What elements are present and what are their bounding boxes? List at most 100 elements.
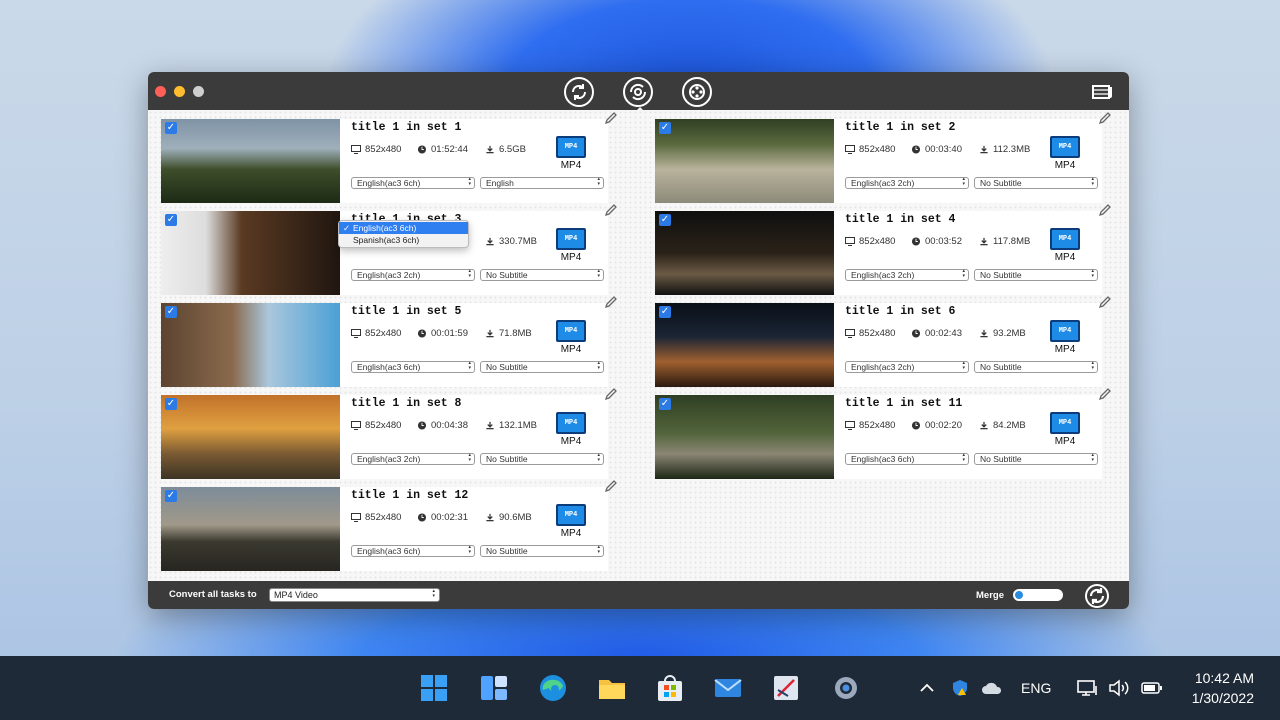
- film-reel-icon[interactable]: [682, 77, 712, 107]
- task-card: ✓ title 1 in set 5 852x480 00:01:59 71.8…: [148, 294, 617, 387]
- show-hidden-icons-chevron-icon[interactable]: [918, 678, 936, 698]
- output-format[interactable]: MP4 MP4: [1049, 136, 1081, 171]
- duration: 00:04:38: [417, 420, 468, 431]
- task-checkbox[interactable]: ✓: [165, 214, 177, 226]
- resolution-value: 852x480: [365, 420, 402, 431]
- task-checkbox[interactable]: ✓: [659, 122, 671, 134]
- output-format[interactable]: MP4 MP4: [555, 228, 587, 263]
- audio-track-select[interactable]: English(ac3 6ch): [351, 545, 475, 557]
- maximize-window-button[interactable]: [193, 86, 204, 97]
- edge-browser-icon[interactable]: [537, 672, 569, 704]
- edit-pencil-icon[interactable]: [1098, 295, 1112, 309]
- audio-track-select[interactable]: English(ac3 6ch): [351, 361, 475, 373]
- video-thumbnail[interactable]: ✓: [655, 395, 834, 479]
- task-checkbox[interactable]: ✓: [165, 122, 177, 134]
- video-thumbnail[interactable]: ✓: [161, 395, 340, 479]
- video-thumbnail[interactable]: ✓: [655, 211, 834, 295]
- duration: 00:02:43: [911, 328, 962, 339]
- dropdown-option-0[interactable]: ✓ English(ac3 6ch): [339, 222, 468, 234]
- convert-button[interactable]: [1085, 584, 1109, 608]
- subtitle-select[interactable]: English: [480, 177, 604, 189]
- security-shield-icon[interactable]: [950, 678, 970, 698]
- bottom-bar: Convert all tasks to MP4 Video Merge: [148, 581, 1129, 609]
- mail-icon[interactable]: [712, 672, 744, 704]
- task-card: ✓ title 1 in set 1 852x480 01:52:44 6.5G…: [148, 110, 617, 203]
- output-format[interactable]: MP4 MP4: [555, 136, 587, 171]
- file-size-value: 112.3MB: [993, 144, 1031, 155]
- output-format[interactable]: MP4 MP4: [1049, 412, 1081, 447]
- subtitle-select[interactable]: No Subtitle: [480, 453, 604, 465]
- snipping-tool-icon[interactable]: [770, 672, 802, 704]
- edit-pencil-icon[interactable]: [1098, 387, 1112, 401]
- volume-icon[interactable]: [1107, 678, 1131, 698]
- file-size-value: 93.2MB: [993, 328, 1026, 339]
- video-thumbnail[interactable]: ✓: [161, 119, 340, 203]
- edit-pencil-icon[interactable]: [604, 111, 618, 125]
- merge-toggle[interactable]: [1013, 589, 1063, 601]
- audio-track-select[interactable]: English(ac3 2ch): [845, 269, 969, 281]
- task-checkbox[interactable]: ✓: [659, 306, 671, 318]
- media-library-icon[interactable]: [1091, 82, 1117, 102]
- format-label: MP4: [560, 252, 582, 263]
- audio-track-select[interactable]: English(ac3 6ch): [845, 453, 969, 465]
- output-format[interactable]: MP4 MP4: [555, 320, 587, 355]
- dropdown-option-1[interactable]: Spanish(ac3 6ch): [339, 234, 468, 246]
- microsoft-store-icon[interactable]: [654, 672, 686, 704]
- subtitle-select[interactable]: No Subtitle: [480, 361, 604, 373]
- output-format[interactable]: MP4 MP4: [555, 504, 587, 539]
- resolution-value: 852x480: [365, 144, 402, 155]
- onedrive-cloud-icon[interactable]: [980, 678, 1004, 698]
- file-explorer-icon[interactable]: [596, 672, 628, 704]
- subtitle-select[interactable]: No Subtitle: [480, 269, 604, 281]
- task-checkbox[interactable]: ✓: [165, 306, 177, 318]
- edit-pencil-icon[interactable]: [604, 295, 618, 309]
- edit-pencil-icon[interactable]: [1098, 111, 1112, 125]
- subtitle-select[interactable]: No Subtitle: [480, 545, 604, 557]
- close-window-button[interactable]: [155, 86, 166, 97]
- settings-gear-icon[interactable]: [830, 672, 862, 704]
- download-icon: [980, 329, 988, 338]
- minimize-window-button[interactable]: [174, 86, 185, 97]
- video-thumbnail[interactable]: ✓: [655, 119, 834, 203]
- dvd-rip-icon[interactable]: [623, 77, 653, 113]
- task-checkbox[interactable]: ✓: [659, 214, 671, 226]
- edit-pencil-icon[interactable]: [604, 479, 618, 493]
- task-checkbox[interactable]: ✓: [165, 490, 177, 502]
- widgets-icon[interactable]: [478, 672, 510, 704]
- subtitle-select[interactable]: No Subtitle: [974, 361, 1098, 373]
- mp4-format-icon: MP4: [556, 228, 586, 250]
- video-thumbnail[interactable]: ✓: [161, 487, 340, 571]
- audio-track-select[interactable]: English(ac3 2ch): [351, 269, 475, 281]
- resolution-value: 852x480: [859, 236, 896, 247]
- download-icon: [486, 513, 494, 522]
- output-format[interactable]: MP4 MP4: [1049, 228, 1081, 263]
- video-thumbnail[interactable]: ✓: [161, 211, 340, 295]
- audio-track-select[interactable]: English(ac3 6ch): [351, 177, 475, 189]
- output-format-select[interactable]: MP4 Video: [269, 588, 440, 602]
- clock[interactable]: 10:42 AM 1/30/2022: [1192, 668, 1254, 708]
- edit-pencil-icon[interactable]: [604, 387, 618, 401]
- subtitle-select[interactable]: No Subtitle: [974, 269, 1098, 281]
- network-icon[interactable]: [1076, 678, 1100, 698]
- battery-icon[interactable]: [1140, 678, 1164, 698]
- start-menu-icon[interactable]: [418, 672, 450, 704]
- edit-pencil-icon[interactable]: [604, 203, 618, 217]
- video-thumbnail[interactable]: ✓: [161, 303, 340, 387]
- output-format[interactable]: MP4 MP4: [1049, 320, 1081, 355]
- audio-track-select[interactable]: English(ac3 2ch): [845, 177, 969, 189]
- resolution: 852x480: [845, 236, 895, 247]
- task-checkbox[interactable]: ✓: [659, 398, 671, 410]
- task-checkbox[interactable]: ✓: [165, 398, 177, 410]
- subtitle-select[interactable]: No Subtitle: [974, 177, 1098, 189]
- subtitle-select[interactable]: No Subtitle: [974, 453, 1098, 465]
- language-indicator[interactable]: ENG: [1021, 678, 1051, 698]
- duration-value: 00:04:38: [431, 420, 468, 431]
- audio-track-select[interactable]: English(ac3 2ch): [351, 453, 475, 465]
- audio-track-select[interactable]: English(ac3 2ch): [845, 361, 969, 373]
- video-thumbnail[interactable]: ✓: [655, 303, 834, 387]
- output-format[interactable]: MP4 MP4: [555, 412, 587, 447]
- edit-pencil-icon[interactable]: [1098, 203, 1112, 217]
- convert-mode-icon[interactable]: [564, 77, 594, 107]
- app-window: ✓ title 1 in set 1 852x480 01:52:44 6.5G…: [148, 72, 1129, 609]
- clock-icon: [417, 421, 427, 430]
